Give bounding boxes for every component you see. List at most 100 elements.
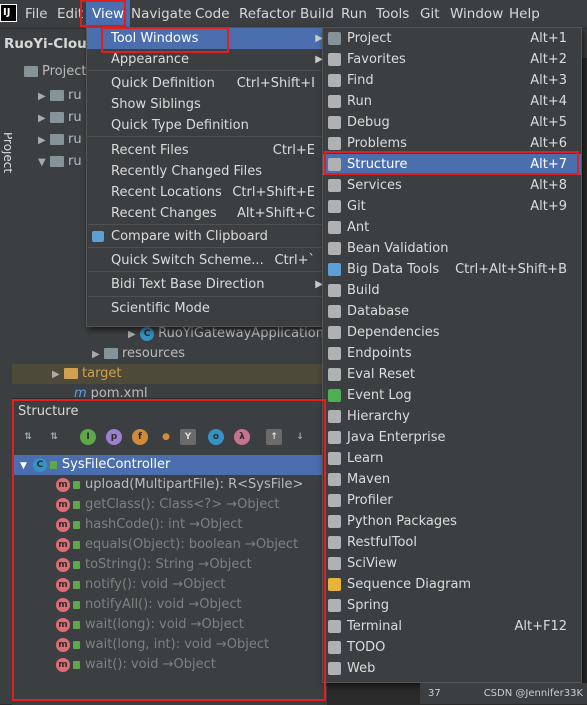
tool-window-label: Profiler <box>347 493 393 508</box>
view-menu-item[interactable]: Show Siblings <box>87 94 327 115</box>
tool-window-shortcut: Alt+9 <box>530 199 567 214</box>
view-menu-item[interactable]: Quick Definition Ctrl+Shift+I <box>87 73 327 94</box>
tool-window-item[interactable]: Project Alt+1 <box>323 28 581 49</box>
project-tab[interactable]: Project <box>24 62 86 82</box>
tool-window-item[interactable]: Maven <box>323 469 581 490</box>
tree-row[interactable]: ▶ ru <box>38 130 82 150</box>
tool-windows-submenu: Project Alt+1 Favorites Alt+2 Find Alt+3 Run Al… <box>322 27 582 683</box>
menu-separator <box>88 271 326 272</box>
tool-window-item[interactable]: Favorites Alt+2 <box>323 49 581 70</box>
tool-window-item[interactable]: RestfulTool <box>323 532 581 553</box>
menu-navigate[interactable]: Navigate <box>131 0 192 28</box>
folder-icon <box>24 66 38 77</box>
tree-row[interactable]: ▶ ru <box>38 86 82 106</box>
tool-window-label: Find <box>347 73 374 88</box>
event-log-icon <box>328 389 341 402</box>
menu-refactor[interactable]: Refactor <box>239 0 296 28</box>
tool-window-shortcut: Alt+5 <box>530 115 567 130</box>
tool-window-label: Spring <box>347 598 389 613</box>
tool-window-label: Sequence Diagram <box>347 577 472 592</box>
tool-window-item[interactable]: Find Alt+3 <box>323 70 581 91</box>
view-menu-item[interactable]: Recent Files Ctrl+E <box>87 140 327 161</box>
menu-item-label: Compare with Clipboard <box>111 229 268 244</box>
dependencies-icon <box>328 326 341 339</box>
tool-window-item[interactable]: Git Alt+9 <box>323 196 581 217</box>
menu-run[interactable]: Run <box>341 0 367 28</box>
tool-window-item[interactable]: Event Log <box>323 385 581 406</box>
tool-window-item[interactable]: Bean Validation <box>323 238 581 259</box>
tool-window-label: RestfulTool <box>347 535 417 550</box>
tool-window-label: Git <box>347 199 366 214</box>
menu-separator <box>88 70 326 71</box>
menu-item-label: Quick Definition <box>111 76 215 91</box>
view-menu-item[interactable]: Bidi Text Base Direction ▶ <box>87 274 327 295</box>
tool-window-item[interactable]: Spring <box>323 595 581 616</box>
tool-window-item[interactable]: Profiler <box>323 490 581 511</box>
line-number: 37 <box>428 688 441 699</box>
tool-window-item[interactable]: Sequence Diagram <box>323 574 581 595</box>
tool-window-item[interactable]: Services Alt+8 <box>323 175 581 196</box>
reset-icon <box>328 368 341 381</box>
tool-window-item[interactable]: SciView <box>323 553 581 574</box>
tool-window-item[interactable]: Database <box>323 301 581 322</box>
menu-item-shortcut: Ctrl+Shift+E <box>232 185 315 200</box>
tool-window-label: Dependencies <box>347 325 440 340</box>
chevron-down-icon: ▼ <box>38 157 46 168</box>
view-menu-item[interactable]: Quick Type Definition <box>87 115 327 136</box>
profiler-icon <box>328 494 341 507</box>
tree-row[interactable]: ▼ ru <box>38 152 82 172</box>
view-menu-item[interactable]: Recent Locations Ctrl+Shift+E <box>87 182 327 203</box>
tree-row-gateway-app[interactable]: ▶ C RuoYiGatewayApplication <box>128 324 324 344</box>
menu-window[interactable]: Window <box>450 0 503 28</box>
tool-window-item[interactable]: Web <box>323 658 581 679</box>
view-menu-item[interactable]: Quick Switch Scheme... Ctrl+` <box>87 250 327 271</box>
view-menu-item[interactable]: Recently Changed Files <box>87 161 327 182</box>
tree-row[interactable]: ▶ ru <box>38 108 82 128</box>
menu-item-label: Recent Changes <box>111 206 217 221</box>
tree-row-target[interactable]: ▶ target <box>12 364 327 384</box>
tool-window-item[interactable]: Python Packages <box>323 511 581 532</box>
compare-clipboard-icon <box>92 231 104 242</box>
tree-row-resources[interactable]: ▶ resources <box>92 344 185 364</box>
tool-window-item[interactable]: TODO <box>323 637 581 658</box>
watermark: CSDN @Jennifer33K <box>483 688 583 699</box>
tool-window-item[interactable]: Endpoints <box>323 343 581 364</box>
menu-git[interactable]: Git <box>420 0 440 28</box>
tool-window-item[interactable]: Terminal Alt+F12 <box>323 616 581 637</box>
tool-window-item[interactable]: Hierarchy <box>323 406 581 427</box>
status-bar: 37 CSDN @Jennifer33K <box>420 683 587 704</box>
menu-item-label: Recent Files <box>111 143 189 158</box>
bug-icon <box>328 116 341 129</box>
tool-window-item[interactable]: Eval Reset <box>323 364 581 385</box>
spring-icon <box>328 599 341 612</box>
menu-file[interactable]: File <box>25 0 48 28</box>
tool-window-item[interactable]: Dependencies <box>323 322 581 343</box>
tool-window-item[interactable]: Java Enterprise <box>323 427 581 448</box>
tool-window-item[interactable]: Ant <box>323 217 581 238</box>
tool-window-item[interactable]: Debug Alt+5 <box>323 112 581 133</box>
view-menu-item[interactable]: Scientific Mode <box>87 298 327 319</box>
sciview-icon <box>328 557 341 570</box>
menu-item-label: Recent Locations <box>111 185 222 200</box>
tool-window-label: SciView <box>347 556 397 571</box>
menu-item-label: Scientific Mode <box>111 301 210 316</box>
endpoints-icon <box>328 347 341 360</box>
menu-help[interactable]: Help <box>509 0 540 28</box>
bigdata-icon <box>328 263 341 276</box>
view-menu-item[interactable]: Recent Changes Alt+Shift+C <box>87 203 327 224</box>
tool-window-item[interactable]: Learn <box>323 448 581 469</box>
tool-window-label: Java Enterprise <box>347 430 446 445</box>
tool-window-label: Debug <box>347 115 390 130</box>
view-menu-item[interactable]: Compare with Clipboard <box>87 226 327 247</box>
menu-tools[interactable]: Tools <box>376 0 409 28</box>
web-icon <box>328 662 341 675</box>
menu-build[interactable]: Build <box>300 0 334 28</box>
chevron-right-icon: ▶ <box>38 113 46 124</box>
project-name[interactable]: RuoYi-Cloud <box>4 29 96 59</box>
menu-code[interactable]: Code <box>195 0 230 28</box>
tool-window-item[interactable]: Run Alt+4 <box>323 91 581 112</box>
hierarchy-icon <box>328 410 341 423</box>
tool-window-item[interactable]: Big Data Tools Ctrl+Alt+Shift+B <box>323 259 581 280</box>
tool-window-item[interactable]: Build <box>323 280 581 301</box>
tool-window-label: Ant <box>347 220 370 235</box>
